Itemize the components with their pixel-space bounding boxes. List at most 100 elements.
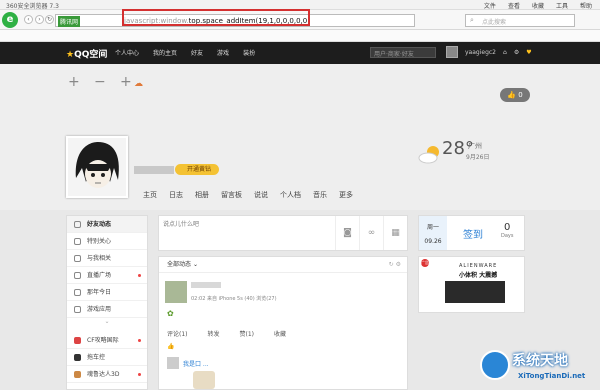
feed-icon (74, 221, 81, 228)
app-grid-icon[interactable]: ▦ (383, 216, 407, 250)
sidebar-app-tuoche[interactable]: 拖车控 (67, 349, 147, 366)
post-author[interactable] (191, 282, 221, 288)
post-composer[interactable]: 说点儿什么吧 ◙ ∞ ▦ (158, 215, 408, 251)
tab-profile[interactable]: 个人档 (280, 190, 301, 200)
tab-album[interactable]: 相册 (195, 190, 209, 200)
decoration-icon[interactable]: ☁ (134, 79, 143, 89)
search-icon: ⌕ (470, 16, 474, 24)
qzone-search-input[interactable]: 用户·商家·好友 (370, 47, 436, 58)
camera-icon[interactable]: ◙ (335, 216, 359, 250)
tab-blog[interactable]: 日志 (169, 190, 183, 200)
nav-dressup[interactable]: 装扮 (243, 48, 255, 57)
thumb-icon: 👍 (167, 343, 175, 350)
watermark-url: XiTongTianDi.net (518, 372, 586, 380)
menu-favorites[interactable]: 收藏 (532, 1, 544, 10)
refresh-icon[interactable]: ↻ (45, 15, 54, 24)
qzone-user-area: yaagiegc2 ⌂ ⚙ ♥ (446, 46, 532, 58)
tab-guestbook[interactable]: 留言板 (221, 190, 242, 200)
checkin-count: 0 Days (501, 222, 513, 239)
back-icon[interactable]: ‹ (24, 15, 33, 24)
sidebar-item-label: CF攻略国际 (87, 337, 119, 344)
home-icon[interactable]: ⌂ (503, 49, 507, 56)
notification-dot (138, 339, 141, 342)
minus-icon[interactable]: − (94, 74, 106, 90)
checkin-unit: Days (501, 233, 514, 239)
weather-date: 9月26日 (466, 154, 490, 161)
link-icon[interactable]: ∞ (359, 216, 383, 250)
share-button[interactable]: 转发 (208, 329, 220, 338)
nav-games[interactable]: 游戏 (217, 48, 229, 57)
sidebar-item-label: 好友动态 (87, 221, 112, 228)
tab-home[interactable]: 主页 (143, 190, 157, 200)
live-icon (74, 272, 81, 279)
checkin-weekday: 周一 (426, 224, 439, 231)
avatar[interactable] (446, 46, 458, 58)
add-icon-2[interactable]: + (120, 74, 132, 90)
sidebar-app-cf[interactable]: CF攻略国际 (67, 332, 147, 349)
star-icon: ★ (66, 50, 75, 60)
tab-shuoshuo[interactable]: 说说 (254, 190, 268, 200)
search-placeholder: 点此搜索 (482, 19, 507, 26)
refresh-feed-icon[interactable]: ↻ ⚙ (389, 257, 401, 273)
like-button[interactable]: 赞(1) (240, 329, 255, 338)
qzone-logo-text: QQ空间 (74, 50, 108, 60)
qzone-nav: 个人中心 我的主页 好友 游戏 装扮 (115, 48, 255, 57)
sidebar-item-related[interactable]: 与我相关 (67, 250, 147, 267)
tab-more[interactable]: 更多 (339, 190, 353, 200)
profile-tabs: 主页 日志 相册 留言板 说说 个人档 音乐 更多 (143, 190, 353, 200)
checkin-date: 09.26 (424, 238, 442, 245)
notification-dot (138, 274, 141, 277)
checkin-button[interactable]: 签到 (463, 226, 483, 241)
profile-avatar[interactable] (66, 136, 128, 198)
comment-sticker (193, 371, 215, 389)
ad-product-image (445, 281, 505, 303)
nav-personal-center[interactable]: 个人中心 (115, 48, 139, 57)
qzone-logo[interactable]: ★QQ空间 (66, 47, 107, 60)
like-badge[interactable]: 👍 0 (500, 88, 530, 102)
browser-logo-icon[interactable]: e (2, 12, 18, 28)
sidebar-item-games[interactable]: 游戏应用 (67, 301, 147, 318)
post-actions: 评论(1) 转发 赞(1) 收藏 (167, 329, 286, 338)
sidebar-item-label: 直播广场 (87, 272, 112, 279)
composer-tools: ◙ ∞ ▦ (335, 216, 407, 250)
sidebar-item-special-care[interactable]: 特别关心 (67, 233, 147, 250)
sidebar-item-live[interactable]: 直播广场 (67, 267, 147, 284)
nav-my-home[interactable]: 我的主页 (153, 48, 177, 57)
sidebar-item-friend-feed[interactable]: 好友动态 (67, 216, 147, 233)
feed-filter[interactable]: 全部动态 ⌄ ↻ ⚙ (159, 257, 407, 273)
checkin-day: 周一 09.26 (419, 216, 447, 250)
favorite-button[interactable]: 收藏 (274, 329, 286, 338)
thumb-icon: 👍 (507, 91, 516, 99)
comment-author[interactable]: 我是口 ... (183, 359, 209, 368)
forward-icon[interactable]: › (35, 15, 44, 24)
post-avatar[interactable] (165, 281, 187, 303)
heart-icon[interactable]: ♥ (526, 49, 531, 56)
sidebar-item-memories[interactable]: 那年今日 (67, 284, 147, 301)
gear-icon[interactable]: ⚙ (514, 49, 519, 56)
tab-music[interactable]: 音乐 (313, 190, 327, 200)
comment-avatar[interactable] (167, 357, 179, 369)
post-meta: 02:02 来自 iPhone 5s (40) 浏览(27) (191, 296, 277, 302)
vip-badge[interactable]: 开通黄钻 (175, 164, 219, 175)
app-icon (74, 371, 81, 378)
menu-view[interactable]: 查看 (508, 1, 520, 10)
chevron-down-icon[interactable]: ⌄ (67, 318, 147, 328)
sidebar-app-hunlu[interactable]: 魂鲁达人3D (67, 366, 147, 383)
ad-tag: 广告 (421, 259, 429, 267)
ad-banner[interactable]: 广告 ALIENWARE 小体积 大震撼 (418, 256, 525, 313)
profile-name (134, 166, 174, 174)
qzone-username[interactable]: yaagiegc2 (465, 49, 496, 56)
add-icon[interactable]: + (68, 74, 80, 90)
sidebar-item-label: 拖车控 (87, 354, 106, 361)
qzone-top-bar: ★QQ空间 个人中心 我的主页 好友 游戏 装扮 用户·商家·好友 yaagie… (0, 42, 600, 64)
search-box[interactable]: ⌕ 点此搜索 (465, 14, 575, 27)
bookmarks-bar (0, 30, 600, 42)
menu-help[interactable]: 帮助 (580, 1, 592, 10)
menu-file[interactable]: 文件 (484, 1, 496, 10)
menu-tools[interactable]: 工具 (556, 1, 568, 10)
nav-friends[interactable]: 好友 (191, 48, 203, 57)
notification-dot (138, 373, 141, 376)
left-sidebar: 好友动态 特别关心 与我相关 直播广场 那年今日 游戏应用 ⌄ CF攻略国际 拖… (66, 215, 148, 390)
comment-button[interactable]: 评论(1) (167, 329, 188, 338)
app-icon (74, 354, 81, 361)
